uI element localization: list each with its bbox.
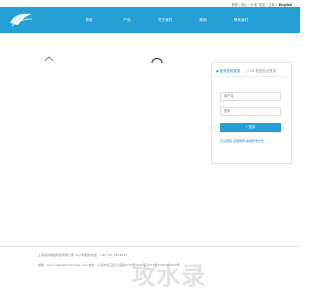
username-input[interactable] (220, 92, 281, 101)
main-nav: 首页 产品 关于我们 案例 联系我们 (70, 7, 260, 33)
main-header: 首页 产品 关于我们 案例 联系我们 (0, 7, 300, 33)
password-input[interactable] (220, 107, 281, 116)
brand-logo-icon[interactable] (8, 9, 34, 29)
footer-company-info: 上海某某网络科技有限公司 24小时服务电话 : +86 021-5874833 (38, 253, 128, 257)
login-help-links[interactable]: 忘记密码 注册账号 其他登录方式 (220, 139, 264, 143)
login-button[interactable]: • 登录 (220, 123, 281, 132)
top-bar: 郎快 | 西山 | 分地 密急 | 注册 | English (0, 0, 300, 7)
watermark: 攻水录 (131, 262, 207, 290)
login-panel: 账号密码登录 CE 短信验证登录 • 登录 忘记密码 注册账号 其他登录方式 (211, 62, 292, 164)
nav-item-home[interactable]: 首页 (70, 7, 108, 33)
nav-item-about[interactable]: 关于我们 (146, 7, 184, 33)
nav-item-contact[interactable]: 联系我们 (222, 7, 260, 33)
tab-password-login[interactable]: 账号密码登录 (216, 67, 240, 75)
chevron-up-icon (44, 56, 54, 62)
nav-item-cases[interactable]: 案例 (184, 7, 222, 33)
tab-divider (212, 76, 291, 77)
loading-spinner-icon (151, 58, 163, 64)
footer-divider (0, 246, 300, 247)
tab-sms-login[interactable]: CE 短信验证登录 (246, 67, 276, 75)
login-tabs: 账号密码登录 CE 短信验证登录 (216, 67, 282, 75)
nav-item-products[interactable]: 产品 (108, 7, 146, 33)
